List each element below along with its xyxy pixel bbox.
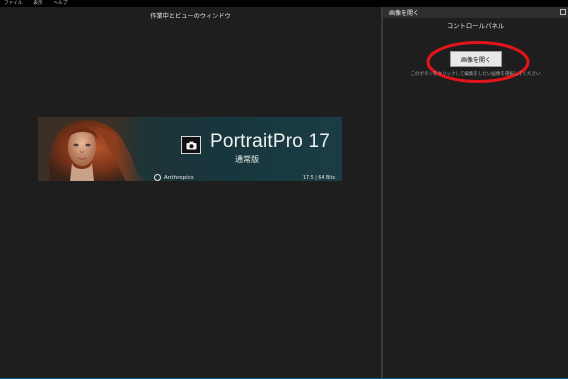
camera-icon: [186, 141, 196, 149]
work-view-title: 作業中とビューのウィンドウ: [150, 13, 231, 20]
menu-view[interactable]: 表示: [33, 0, 42, 7]
splash-banner: PortraitPro 17 通常版 Anthropics 17.5 | 64 …: [38, 117, 342, 181]
menu-bar: ファイル 表示 ヘルプ: [0, 0, 568, 7]
product-name: PortraitPro 17: [210, 131, 331, 152]
control-panel-title: コントロールパネル: [446, 22, 505, 30]
edition-label: 通常版: [235, 155, 259, 164]
menu-help[interactable]: ヘルプ: [54, 0, 68, 7]
panel-header-title: 画像を開く: [389, 10, 420, 17]
menu-file[interactable]: ファイル: [4, 0, 22, 7]
panel-float-icon[interactable]: [560, 9, 566, 15]
company-name: Anthropics: [164, 174, 194, 181]
work-view-pane: 作業中とビューのウィンドウ PortraitPro 17 通常版 Anthrop…: [0, 7, 381, 378]
company-label: Anthropics: [154, 174, 194, 181]
version-label: 17.5 | 64 Bits: [303, 176, 335, 181]
panel-header: 画像を開く: [383, 7, 568, 18]
open-image-hint: このボタンをクリックして編集をしたい画像を選択してください: [410, 72, 541, 77]
anthropics-logo-icon: [154, 174, 161, 181]
open-image-button[interactable]: 画像を開く: [450, 51, 502, 67]
app-window: ファイル 表示 ヘルプ 作業中とビューのウィンドウ PortraitPro 17…: [0, 0, 568, 379]
portrait-image: [38, 117, 148, 181]
camera-logo-icon: [181, 136, 201, 154]
control-panel: 画像を開く コントロールパネル 画像を開く このボタンをクリックして編集をしたい…: [383, 7, 568, 378]
